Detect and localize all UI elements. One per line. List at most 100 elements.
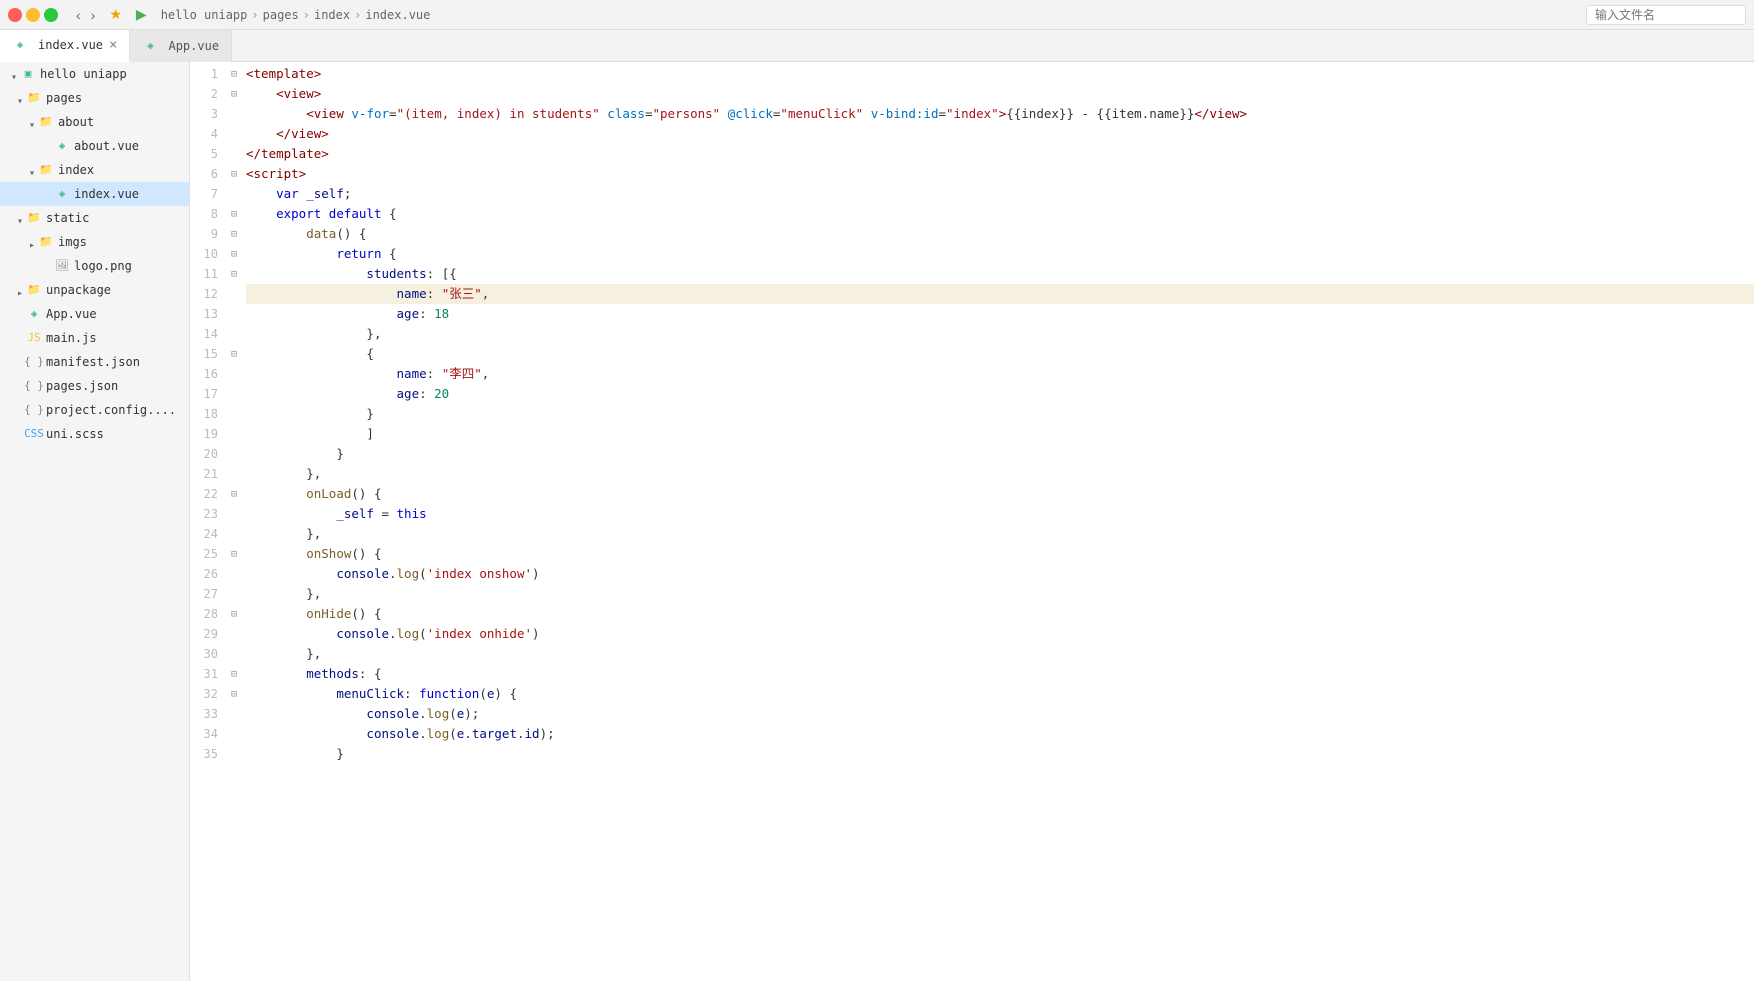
fold-gutter-23 — [226, 504, 242, 524]
fold-gutter-21 — [226, 464, 242, 484]
run-button[interactable]: ▶ — [132, 4, 151, 25]
js-file-icon: JS — [26, 330, 42, 346]
fold-gutter-5 — [226, 144, 242, 164]
folder-icon: 📁 — [38, 234, 54, 250]
sidebar-item-manifest-json[interactable]: { } manifest.json — [0, 350, 189, 374]
code-line-5: </template> — [246, 144, 1754, 164]
tab-close-icon[interactable]: × — [109, 38, 117, 52]
vue-icon: ◈ — [142, 38, 158, 54]
code-area: 1 2 3 4 5 6 7 8 9 10 11 12 13 14 15 16 1… — [190, 62, 1754, 981]
code-line-29: console.log('index onhide') — [246, 624, 1754, 644]
sidebar-item-label: index.vue — [74, 184, 189, 204]
navigation-arrows: ‹ › — [72, 5, 99, 25]
fold-gutters: ⊟ ⊟ ⊟ ⊟ ⊟ ⊟ ⊟ ⊟ ⊟ — [226, 62, 242, 981]
sidebar-item-uni-scss[interactable]: CSS uni.scss — [0, 422, 189, 446]
fold-gutter-22[interactable]: ⊟ — [226, 484, 242, 504]
breadcrumb-file: index.vue — [365, 8, 430, 22]
close-button[interactable] — [8, 8, 22, 22]
fold-gutter-28[interactable]: ⊟ — [226, 604, 242, 624]
sidebar-item-label: pages.json — [46, 376, 189, 396]
code-line-4: </view> — [246, 124, 1754, 144]
code-line-35: } — [246, 744, 1754, 764]
fold-gutter-4 — [226, 124, 242, 144]
fold-gutter-10[interactable]: ⊟ — [226, 244, 242, 264]
sidebar-item-pages[interactable]: 📁 pages — [0, 86, 189, 110]
no-expand-icon — [42, 188, 54, 200]
code-line-12: name: "张三", — [246, 284, 1754, 304]
code-editor[interactable]: 1 2 3 4 5 6 7 8 9 10 11 12 13 14 15 16 1… — [190, 62, 1754, 981]
fold-gutter-32[interactable]: ⊟ — [226, 684, 242, 704]
maximize-button[interactable] — [44, 8, 58, 22]
tab-index-vue[interactable]: ◈ index.vue × — [0, 30, 130, 62]
sidebar-item-static[interactable]: 📁 static — [0, 206, 189, 230]
sidebar-item-logo-png[interactable]: 🖼 logo.png — [0, 254, 189, 278]
sidebar-item-label: main.js — [46, 328, 189, 348]
tab-label: App.vue — [168, 39, 219, 53]
sidebar-item-app-vue[interactable]: ◈ App.vue — [0, 302, 189, 326]
fold-gutter-2[interactable]: ⊟ — [226, 84, 242, 104]
sidebar-item-about-vue[interactable]: ◈ about.vue — [0, 134, 189, 158]
expand-icon — [26, 116, 38, 128]
expand-icon — [26, 236, 38, 248]
bookmark-button[interactable]: ★ — [105, 4, 126, 25]
expand-icon — [8, 68, 20, 80]
code-line-33: console.log(e); — [246, 704, 1754, 724]
sidebar-item-index-vue[interactable]: ◈ index.vue — [0, 182, 189, 206]
code-line-15: { — [246, 344, 1754, 364]
back-button[interactable]: ‹ — [72, 5, 85, 25]
minimize-button[interactable] — [26, 8, 40, 22]
fold-gutter-15[interactable]: ⊟ — [226, 344, 242, 364]
folder-icon: 📁 — [26, 210, 42, 226]
fold-gutter-25[interactable]: ⊟ — [226, 544, 242, 564]
main-layout: ▣ hello uniapp 📁 pages 📁 about ◈ about.v… — [0, 62, 1754, 981]
sidebar-item-pages-json[interactable]: { } pages.json — [0, 374, 189, 398]
code-line-19: ] — [246, 424, 1754, 444]
fold-gutter-9[interactable]: ⊟ — [226, 224, 242, 244]
code-line-21: }, — [246, 464, 1754, 484]
code-line-16: name: "李四", — [246, 364, 1754, 384]
title-bar: ‹ › ★ ▶ hello uniapp › pages › index › i… — [0, 0, 1754, 30]
fold-gutter-19 — [226, 424, 242, 444]
fold-gutter-18 — [226, 404, 242, 424]
vue-icon: ◈ — [12, 37, 28, 53]
vue-file-icon: ◈ — [54, 138, 70, 154]
code-line-17: age: 20 — [246, 384, 1754, 404]
code-content[interactable]: <template> <view> <view v-for="(item, in… — [242, 62, 1754, 981]
breadcrumb: hello uniapp › pages › index › index.vue — [161, 8, 431, 22]
sidebar-root-label: hello uniapp — [40, 64, 189, 84]
sidebar-item-label: App.vue — [46, 304, 189, 324]
sidebar-item-root[interactable]: ▣ hello uniapp — [0, 62, 189, 86]
sidebar-item-label: logo.png — [74, 256, 189, 276]
sidebar-item-project-config[interactable]: { } project.config.... — [0, 398, 189, 422]
forward-button[interactable]: › — [87, 5, 100, 25]
sidebar-item-label: pages — [46, 88, 189, 108]
fold-gutter-34 — [226, 724, 242, 744]
sidebar-item-index-folder[interactable]: 📁 index — [0, 158, 189, 182]
file-search-input[interactable] — [1586, 5, 1746, 25]
code-line-18: } — [246, 404, 1754, 424]
code-line-20: } — [246, 444, 1754, 464]
json-file-icon: { } — [26, 354, 42, 370]
fold-gutter-14 — [226, 324, 242, 344]
fold-gutter-6[interactable]: ⊟ — [226, 164, 242, 184]
code-line-24: }, — [246, 524, 1754, 544]
fold-gutter-11[interactable]: ⊟ — [226, 264, 242, 284]
sidebar-item-label: about — [58, 112, 189, 132]
project-icon: ▣ — [20, 66, 36, 82]
fold-gutter-8[interactable]: ⊟ — [226, 204, 242, 224]
fold-gutter-31[interactable]: ⊟ — [226, 664, 242, 684]
code-line-9: data() { — [246, 224, 1754, 244]
fold-gutter-7 — [226, 184, 242, 204]
tab-bar: ◈ index.vue × ◈ App.vue — [0, 30, 1754, 62]
expand-icon — [14, 284, 26, 296]
sidebar-item-unpackage[interactable]: 📁 unpackage — [0, 278, 189, 302]
fold-gutter-26 — [226, 564, 242, 584]
breadcrumb-index: index — [314, 8, 350, 22]
fold-gutter-24 — [226, 524, 242, 544]
fold-gutter-1[interactable]: ⊟ — [226, 64, 242, 84]
sidebar-item-about[interactable]: 📁 about — [0, 110, 189, 134]
sidebar-item-main-js[interactable]: JS main.js — [0, 326, 189, 350]
fold-gutter-27 — [226, 584, 242, 604]
sidebar-item-imgs[interactable]: 📁 imgs — [0, 230, 189, 254]
tab-app-vue[interactable]: ◈ App.vue — [130, 30, 232, 62]
